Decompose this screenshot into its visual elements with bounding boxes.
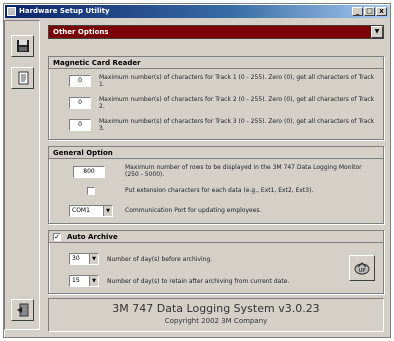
auto-archive-group: Auto Archive ✓ 30 ▼ Number of day(s) bef…	[48, 230, 384, 294]
days-before-description: Number of day(s) before archiving.	[107, 256, 213, 263]
extension-chars-checkbox[interactable]	[87, 187, 95, 195]
track1-max-input[interactable]: 0	[69, 75, 91, 87]
days-retain-description: Number of day(s) to retain after archivi…	[107, 278, 290, 285]
days-retain-select[interactable]: 15 ▼	[69, 275, 99, 287]
max-rows-input[interactable]: 800	[73, 166, 105, 178]
save-icon	[16, 40, 29, 52]
version-panel: 3M 747 Data Logging System v3.0.23 Copyr…	[48, 298, 384, 332]
chevron-down-icon[interactable]: ▼	[371, 26, 383, 38]
comm-port-value: COM1	[72, 207, 90, 214]
days-retain-value: 15	[72, 277, 80, 284]
app-icon	[7, 7, 16, 16]
magnetic-group-title: Magnetic Card Reader	[49, 57, 383, 69]
general-group-title: General Option	[49, 147, 383, 159]
max-rows-description: Maximum number of rows to be displayed i…	[125, 164, 362, 178]
general-option-group: General Option 800 Maximum number of row…	[48, 146, 384, 224]
archive-group-title: Auto Archive	[49, 231, 383, 243]
magnetic-card-reader-group: Magnetic Card Reader 0 Maximum number(s)…	[48, 56, 384, 140]
days-before-value: 30	[72, 255, 80, 262]
chevron-down-icon[interactable]: ▼	[89, 254, 98, 264]
options-select-value: Other Options	[53, 28, 109, 36]
title-bar[interactable]: Hardware Setup Utility _ □ x	[5, 5, 389, 18]
print-preview-button[interactable]	[11, 67, 34, 89]
exit-button[interactable]	[11, 299, 34, 321]
document-icon	[18, 71, 28, 85]
track2-max-input[interactable]: 0	[69, 97, 91, 109]
days-before-select[interactable]: 30 ▼	[69, 253, 99, 265]
archive-icon: UP	[354, 262, 370, 275]
comm-port-select[interactable]: COM1 ▼	[69, 205, 113, 217]
minimize-button[interactable]: _	[352, 7, 363, 16]
exit-door-icon	[16, 303, 28, 317]
track2-description: Maximum number(s) of characters for Trac…	[99, 96, 375, 110]
chevron-down-icon[interactable]: ▼	[89, 276, 98, 286]
auto-archive-checkbox[interactable]: ✓	[53, 233, 61, 241]
options-select[interactable]: Other Options ▼	[48, 25, 384, 39]
left-toolbar	[4, 20, 40, 330]
version-label: 3M 747 Data Logging System v3.0.23	[112, 302, 320, 315]
svg-text:UP: UP	[359, 268, 366, 274]
track3-description: Maximum number(s) of characters for Trac…	[99, 118, 375, 132]
close-button[interactable]: x	[376, 7, 387, 16]
archive-now-button[interactable]: UP	[349, 255, 375, 281]
track3-max-input[interactable]: 0	[69, 119, 91, 131]
copyright-label: Copyright 2002 3M Company	[164, 317, 268, 325]
track1-description: Maximum number(s) of characters for Trac…	[99, 74, 375, 88]
extension-chars-description: Put extension characters for each data (…	[125, 187, 314, 194]
chevron-down-icon[interactable]: ▼	[103, 206, 112, 216]
save-button[interactable]	[11, 35, 34, 57]
maximize-button[interactable]: □	[364, 7, 375, 16]
window-title: Hardware Setup Utility	[19, 7, 110, 15]
comm-port-description: Communication Port for updating employee…	[125, 207, 262, 214]
